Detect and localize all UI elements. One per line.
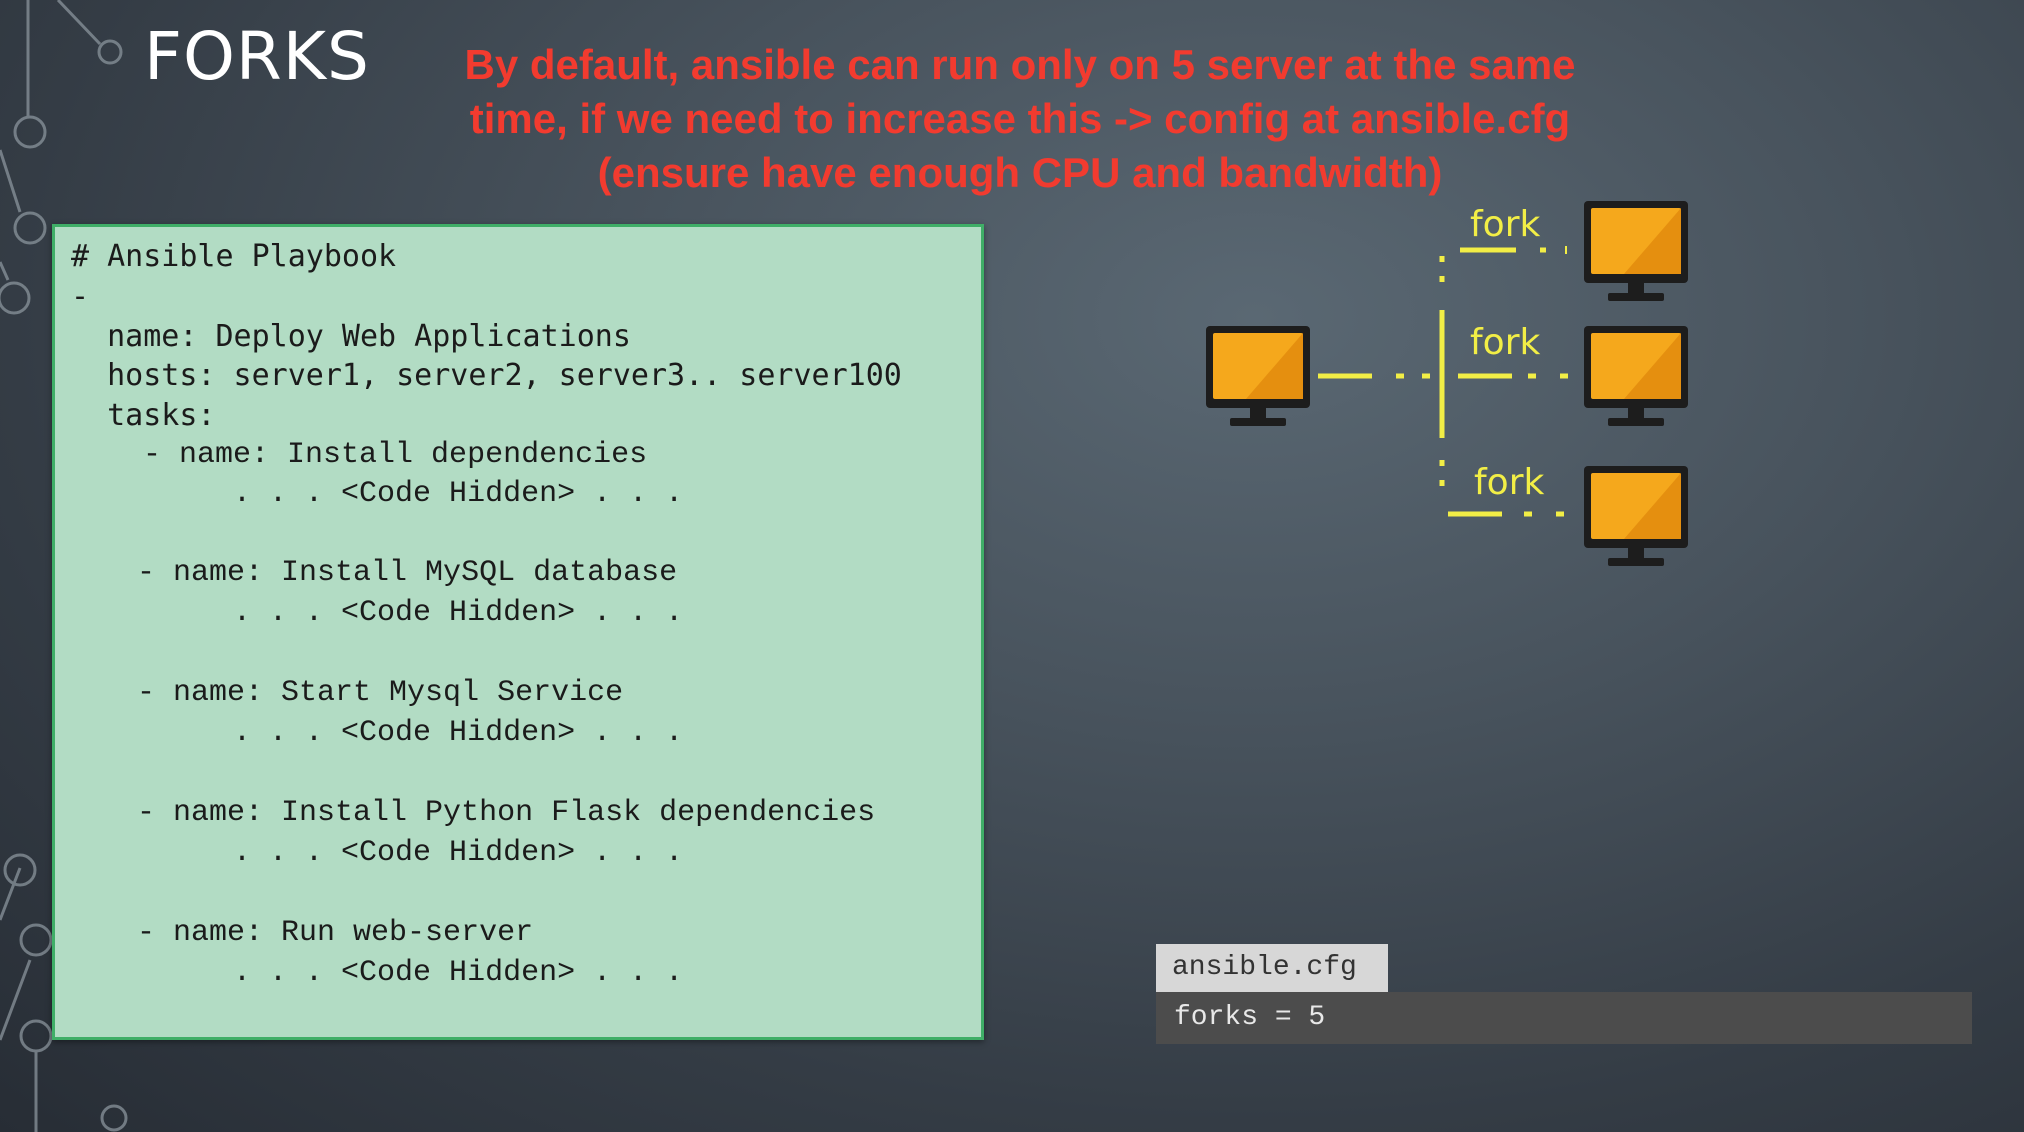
target-computer-icon	[1584, 466, 1688, 566]
code-line: tasks:	[71, 398, 216, 433]
fork-label: fork	[1474, 462, 1545, 503]
annotation-note: By default, ansible can run only on 5 se…	[400, 38, 1640, 200]
code-line: # Ansible Playbook	[71, 239, 397, 274]
note-line: By default, ansible can run only on 5 se…	[464, 41, 1576, 88]
config-filename-tab: ansible.cfg	[1156, 944, 1388, 992]
code-line: - name: Install MySQL database	[65, 556, 678, 590]
code-line: . . . <Code Hidden> . . .	[71, 716, 684, 750]
slide-title: FORKS	[144, 18, 370, 95]
code-line: - name: Install dependencies	[71, 438, 648, 472]
target-computer-icon	[1584, 326, 1688, 426]
code-line: . . . <Code Hidden> . . .	[71, 836, 684, 870]
code-line: - name: Install Python Flask dependencie…	[65, 796, 876, 830]
target-computer-icon	[1584, 201, 1688, 301]
code-line: . . . <Code Hidden> . . .	[71, 596, 684, 630]
note-line: time, if we need to increase this -> con…	[469, 95, 1571, 142]
config-content-box: forks = 5	[1156, 992, 1972, 1044]
code-line: name: Deploy Web Applications	[71, 319, 631, 354]
code-line: . . . <Code Hidden> . . .	[71, 477, 684, 511]
code-line: hosts: server1, server2, server3.. serve…	[71, 358, 902, 393]
code-line: . . . <Code Hidden> . . .	[71, 956, 684, 990]
fork-label: fork	[1470, 204, 1541, 245]
fork-diagram: fork fork fork	[1206, 201, 1688, 566]
playbook-code-panel: # Ansible Playbook - name: Deploy Web Ap…	[52, 224, 984, 1040]
code-line: - name: Start Mysql Service	[65, 676, 624, 710]
code-line: -	[71, 279, 90, 314]
code-line: - name: Run web-server	[65, 916, 534, 950]
note-line: (ensure have enough CPU and bandwidth)	[597, 149, 1443, 196]
source-computer-icon	[1206, 326, 1310, 426]
fork-label: fork	[1470, 322, 1541, 363]
